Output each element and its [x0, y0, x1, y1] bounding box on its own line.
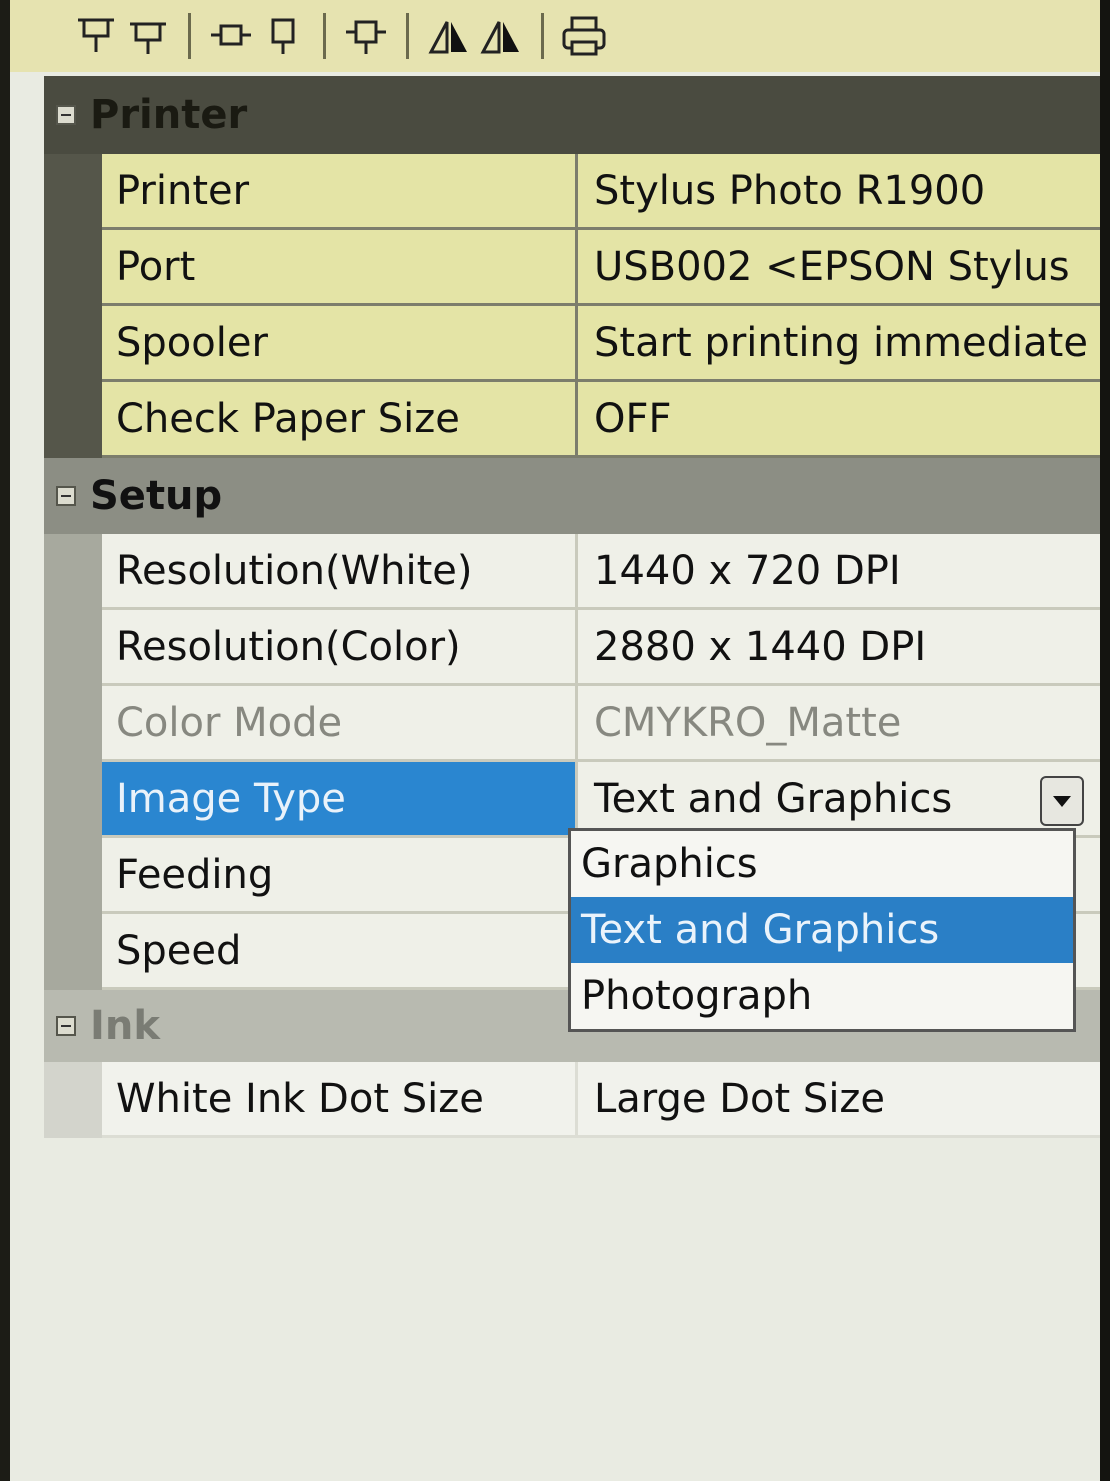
property-name: Feeding	[102, 838, 578, 914]
property-name: Resolution(Color)	[102, 610, 578, 686]
property-row[interactable]: Resolution(Color) 2880 x 1440 DPI	[44, 610, 1102, 686]
property-name: Printer	[102, 154, 578, 230]
dropdown-option-selected[interactable]: Text and Graphics	[571, 897, 1073, 963]
property-value[interactable]: Large Dot Size	[578, 1062, 1102, 1138]
toolbar-separator	[406, 13, 409, 59]
property-value[interactable]: OFF	[578, 382, 1102, 458]
toolbar-separator	[323, 13, 326, 59]
category-setup[interactable]: Setup	[44, 458, 1102, 534]
property-name: Port	[102, 230, 578, 306]
collapse-icon[interactable]	[56, 1016, 76, 1036]
property-value[interactable]: USB002 <EPSON Stylus	[578, 230, 1102, 306]
property-name: Check Paper Size	[102, 382, 578, 458]
property-name: Spooler	[102, 306, 578, 382]
category-label: Setup	[90, 473, 223, 519]
property-row[interactable]: Resolution(White) 1440 x 720 DPI	[44, 534, 1102, 610]
print-icon[interactable]	[558, 10, 610, 62]
property-name: Color Mode	[102, 686, 578, 762]
align-top-icon[interactable]	[70, 10, 122, 62]
property-row[interactable]: White Ink Dot Size Large Dot Size	[44, 1062, 1102, 1138]
image-type-select[interactable]: Text and Graphics	[578, 762, 1102, 838]
property-name: Speed	[102, 914, 578, 990]
toolbar-separator	[188, 13, 191, 59]
monitor-bezel	[1100, 0, 1110, 1481]
flip-left-icon[interactable]	[423, 10, 475, 62]
property-row: Color Mode CMYKRO_Matte	[44, 686, 1102, 762]
dropdown-option[interactable]: Photograph	[571, 963, 1073, 1029]
category-label: Ink	[90, 1003, 160, 1049]
property-row-image-type[interactable]: Image Type Text and Graphics	[44, 762, 1102, 838]
printer-rows: Printer Stylus Photo R1900 Port USB002 <…	[44, 154, 1102, 458]
property-value: Text and Graphics	[594, 775, 953, 822]
distribute-icon[interactable]	[340, 10, 392, 62]
collapse-icon[interactable]	[56, 105, 76, 125]
property-value[interactable]: 2880 x 1440 DPI	[578, 610, 1102, 686]
toolbar	[10, 0, 1102, 72]
collapse-icon[interactable]	[56, 486, 76, 506]
property-name: Resolution(White)	[102, 534, 578, 610]
property-name: Image Type	[102, 762, 578, 838]
align-down-icon[interactable]	[257, 10, 309, 62]
property-row[interactable]: Printer Stylus Photo R1900	[44, 154, 1102, 230]
category-printer[interactable]: Printer	[44, 76, 1102, 154]
property-row[interactable]: Spooler Start printing immediate	[44, 306, 1102, 382]
property-value: CMYKRO_Matte	[578, 686, 1102, 762]
flip-right-icon[interactable]	[475, 10, 527, 62]
property-name: White Ink Dot Size	[102, 1062, 578, 1138]
ink-rows: White Ink Dot Size Large Dot Size	[44, 1062, 1102, 1138]
image-type-dropdown-list: Graphics Text and Graphics Photograph	[568, 828, 1076, 1032]
property-value[interactable]: 1440 x 720 DPI	[578, 534, 1102, 610]
align-center-icon[interactable]	[205, 10, 257, 62]
align-bottom-icon[interactable]	[122, 10, 174, 62]
property-row[interactable]: Check Paper Size OFF	[44, 382, 1102, 458]
category-label: Printer	[90, 92, 248, 138]
toolbar-separator	[541, 13, 544, 59]
dropdown-option[interactable]: Graphics	[571, 831, 1073, 897]
property-row[interactable]: Port USB002 <EPSON Stylus	[44, 230, 1102, 306]
chevron-down-icon[interactable]	[1040, 776, 1084, 826]
property-value[interactable]: Stylus Photo R1900	[578, 154, 1102, 230]
property-value[interactable]: Start printing immediate	[578, 306, 1102, 382]
property-window: Printer Printer Stylus Photo R1900 Port …	[10, 0, 1102, 1481]
